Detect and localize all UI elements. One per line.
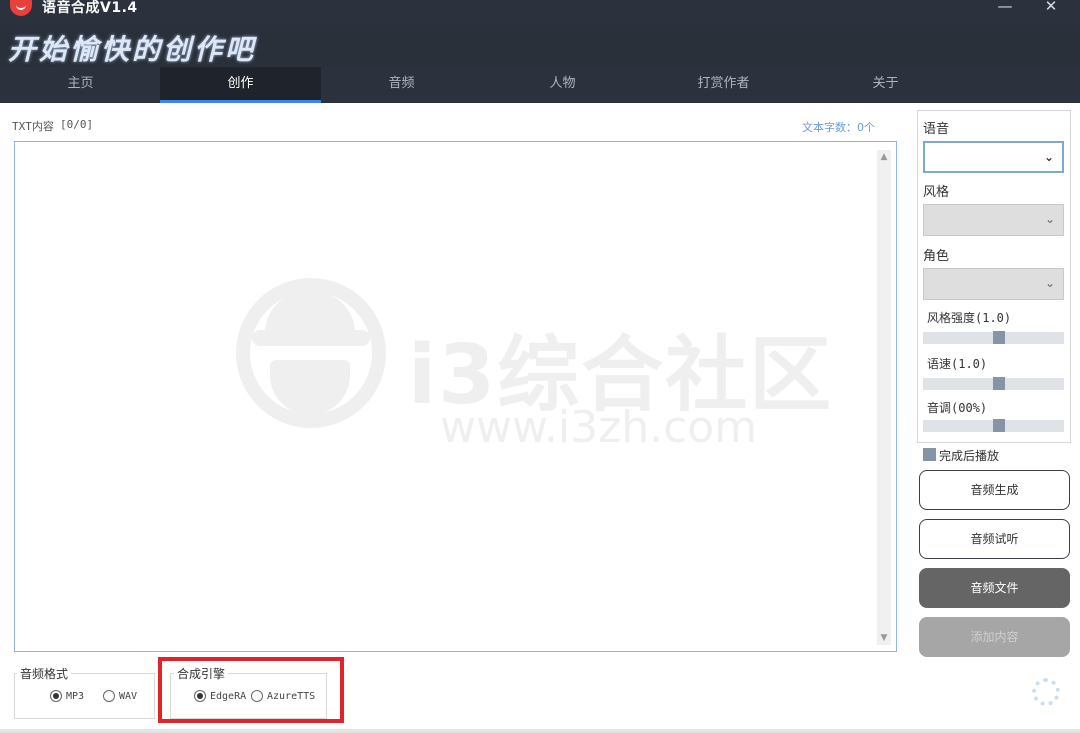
slogan-text: 开始愉快的创作吧 — [8, 33, 257, 66]
watermark-hat-brim — [252, 330, 370, 346]
pitch-slider[interactable] — [923, 419, 1064, 432]
highlight-annotation-box — [158, 657, 344, 723]
speed-slider[interactable] — [923, 377, 1064, 390]
tab-home[interactable]: 主页 — [0, 67, 161, 103]
play-after-done-label: 完成后播放 — [939, 449, 1000, 463]
slider-thumb[interactable] — [993, 377, 1005, 390]
radio-checked-icon — [50, 690, 62, 702]
watermark-url: www.i3zh.com — [440, 402, 758, 453]
char-count-label: 文本字数：0个 — [802, 121, 875, 134]
scroll-down-icon[interactable]: ▼ — [877, 631, 891, 645]
audio-file-button[interactable]: 音频文件 — [919, 568, 1070, 608]
chevron-down-icon: ⌄ — [1043, 150, 1054, 164]
slider-thumb[interactable] — [993, 331, 1005, 344]
txt-content-label: TXT内容 — [12, 120, 54, 133]
scroll-up-icon[interactable]: ▲ — [877, 150, 891, 164]
voice-label: 语音 — [923, 122, 950, 137]
tab-about[interactable]: 关于 — [805, 67, 966, 103]
style-strength-slider[interactable] — [923, 331, 1064, 344]
chevron-down-icon: ⌄ — [1044, 276, 1055, 290]
window-title: 语音合成V1.4 — [42, 0, 138, 16]
chevron-down-icon: ⌄ — [1044, 212, 1055, 226]
tab-characters[interactable]: 人物 — [482, 67, 643, 103]
tab-bar: 主页 创作 音频 人物 打赏作者 关于 — [0, 67, 1080, 103]
pitch-label: 音调(00%) — [927, 401, 988, 415]
bottom-edge — [0, 729, 1080, 733]
checkbox-checked-icon — [923, 448, 936, 461]
radio-unchecked-icon — [103, 690, 115, 702]
role-select[interactable]: ⌄ — [923, 268, 1064, 300]
style-strength-label: 风格强度(1.0) — [927, 311, 1012, 325]
editor-scrollbar[interactable]: ▲ ▼ — [877, 150, 891, 645]
radio-mp3-label: MP3 — [66, 691, 85, 702]
preview-audio-button[interactable]: 音频试听 — [919, 519, 1070, 559]
style-label: 风格 — [923, 185, 950, 200]
role-label: 角色 — [923, 249, 950, 264]
generate-audio-button[interactable]: 音频生成 — [919, 470, 1070, 510]
minimize-button[interactable]: — — [990, 0, 1020, 18]
style-select[interactable]: ⌄ — [923, 204, 1064, 236]
close-button[interactable]: ✕ — [1036, 0, 1066, 18]
slider-thumb[interactable] — [993, 419, 1005, 432]
audio-format-title: 音频格式 — [17, 665, 72, 682]
loading-spinner-icon — [1032, 678, 1060, 706]
add-content-button[interactable]: 添加内容 — [919, 617, 1070, 657]
radio-wav-label: WAV — [119, 691, 138, 702]
txt-content-count: [0/0] — [60, 118, 94, 131]
voice-select[interactable]: ⌄ — [923, 141, 1064, 173]
tab-donate[interactable]: 打赏作者 — [643, 67, 804, 103]
tab-create[interactable]: 创作 — [160, 67, 321, 103]
tab-audio[interactable]: 音频 — [321, 67, 482, 103]
speed-label: 语速(1.0) — [927, 357, 988, 371]
